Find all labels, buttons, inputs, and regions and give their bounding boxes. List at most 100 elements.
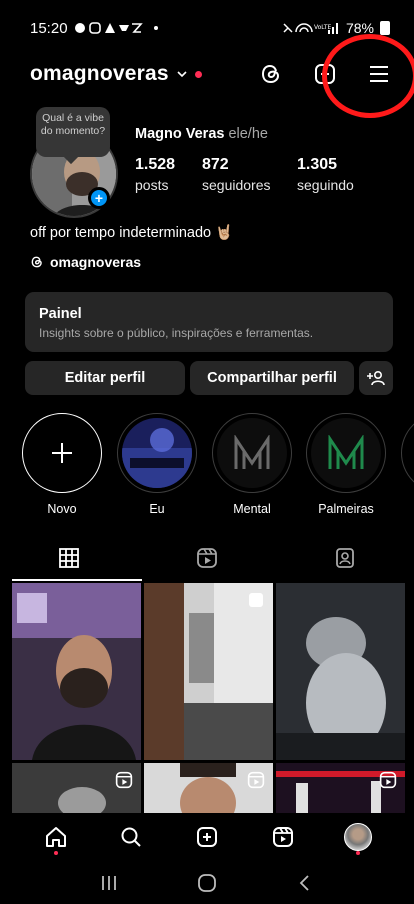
- status-more-dot: [153, 26, 158, 30]
- reels-icon: [379, 771, 397, 789]
- m-logo-green-icon: [328, 435, 364, 469]
- create-icon: [196, 827, 217, 847]
- status-time: 15:20: [30, 19, 68, 37]
- profile-avatar-icon: [344, 823, 373, 851]
- stat-value: 1.528: [135, 156, 176, 173]
- nav-profile[interactable]: [338, 817, 378, 857]
- add-story-icon[interactable]: +: [88, 187, 110, 209]
- svg-text:VoLTE: VoLTE: [314, 24, 331, 31]
- grid-post[interactable]: [144, 583, 273, 760]
- grid-post[interactable]: [276, 763, 405, 813]
- highlight-ring: [22, 413, 102, 493]
- status-left: 15:20: [30, 20, 158, 37]
- bio: off por tempo indeterminado 🤘🏼: [30, 225, 234, 241]
- tab-grid[interactable]: [0, 535, 138, 581]
- threads-profile-link[interactable]: omagnoveras: [30, 254, 141, 270]
- post-thumbnail: [12, 583, 141, 760]
- highlight-label: Mental: [233, 502, 271, 516]
- system-navigation: [0, 861, 414, 904]
- plus-icon: [52, 443, 72, 463]
- stat-followers[interactable]: 872 seguidores: [202, 156, 271, 193]
- nav-create[interactable]: [187, 817, 227, 857]
- professional-dashboard[interactable]: Painel Insights sobre o público, inspira…: [25, 292, 393, 352]
- tagged-icon: [336, 548, 354, 568]
- dashboard-title: Painel: [39, 306, 82, 322]
- highlight-new[interactable]: Novo: [22, 413, 102, 516]
- grid-post[interactable]: [276, 583, 405, 760]
- reels-icon: [197, 548, 217, 568]
- stat-label: posts: [135, 177, 169, 193]
- active-tab-indicator: [12, 579, 142, 581]
- threads-icon[interactable]: [258, 61, 284, 87]
- highlight-cover-image: [122, 418, 192, 488]
- add-person-icon: [367, 370, 385, 386]
- highlight-eu[interactable]: Eu: [117, 413, 197, 516]
- highlight-ring: [306, 413, 386, 493]
- bottom-navigation: [0, 813, 414, 861]
- nav-home[interactable]: [36, 817, 76, 857]
- post-thumbnail: [144, 583, 273, 760]
- status-bar: 15:20 VoLTE 78%: [0, 0, 414, 56]
- chevron-down-icon[interactable]: [177, 69, 187, 79]
- nav-search[interactable]: [111, 817, 151, 857]
- create-icon[interactable]: [312, 61, 338, 87]
- tab-reels[interactable]: [138, 535, 276, 581]
- account-notification-dot: [194, 70, 202, 78]
- home-icon: [45, 827, 66, 847]
- search-icon: [121, 827, 142, 847]
- highlight-palmeiras[interactable]: Palmeiras: [306, 413, 386, 516]
- battery-icon: [380, 21, 390, 35]
- username-switcher[interactable]: omagnoveras: [30, 62, 169, 86]
- full-name-text: Magno Veras: [135, 126, 225, 142]
- highlight-label: Eu: [149, 502, 165, 516]
- battery-percent: 78%: [345, 20, 374, 36]
- nav-reels[interactable]: [263, 817, 303, 857]
- reels-icon: [247, 771, 265, 789]
- status-right: VoLTE 78%: [282, 20, 390, 36]
- tab-tagged[interactable]: [276, 535, 414, 581]
- stat-value: 1.305: [297, 156, 338, 173]
- threads-handle: omagnoveras: [50, 254, 142, 270]
- grid-post[interactable]: [144, 763, 273, 813]
- reels-icon: [115, 771, 133, 789]
- highlight-ring: [212, 413, 292, 493]
- highlight-cover: [217, 418, 287, 488]
- m-logo-icon: [234, 435, 270, 469]
- share-profile-button[interactable]: Compartilhar perfil: [190, 361, 354, 395]
- edit-profile-button[interactable]: Editar perfil: [25, 361, 185, 395]
- stat-posts[interactable]: 1.528 posts: [135, 156, 175, 193]
- highlight-label: Novo: [47, 502, 77, 516]
- discover-people-button[interactable]: [359, 361, 393, 395]
- profile-header: omagnoveras: [0, 56, 414, 92]
- stat-label: seguidores: [202, 177, 271, 193]
- recent-apps-icon[interactable]: [99, 874, 119, 892]
- dashboard-subtitle: Insights sobre o público, inspirações e …: [39, 326, 314, 340]
- highlight-ring: [117, 413, 197, 493]
- nav-notification-dot: [356, 851, 361, 855]
- highlight-label: Palmeiras: [318, 502, 374, 516]
- highlight-cover: [311, 418, 381, 488]
- threads-small-icon: [31, 256, 42, 268]
- highlight-partial[interactable]: [401, 413, 414, 493]
- post-thumbnail: [276, 583, 405, 760]
- note-bubble[interactable]: Qual é a vibe do momento?: [36, 107, 110, 157]
- full-name: Magno Veras ele/he: [135, 126, 268, 142]
- home-button-icon[interactable]: [197, 873, 217, 893]
- reels-icon: [272, 827, 293, 847]
- signal-icons: VoLTE: [283, 23, 338, 34]
- highlight-cover: [122, 418, 192, 488]
- pronouns: ele/he: [228, 126, 268, 142]
- grid-post[interactable]: [12, 583, 141, 760]
- stat-label: seguindo: [297, 177, 354, 193]
- nav-notification-dot: [53, 851, 58, 855]
- profile-tabs: [0, 535, 414, 581]
- grid-post[interactable]: [12, 763, 141, 813]
- menu-icon[interactable]: [366, 61, 392, 87]
- back-icon[interactable]: [295, 873, 315, 893]
- notification-icons: [74, 22, 143, 34]
- stat-value: 872: [202, 156, 229, 173]
- stat-following[interactable]: 1.305 seguindo: [297, 156, 354, 193]
- highlight-ring: [401, 413, 414, 493]
- highlight-mental[interactable]: Mental: [212, 413, 292, 516]
- header-actions: [258, 56, 392, 92]
